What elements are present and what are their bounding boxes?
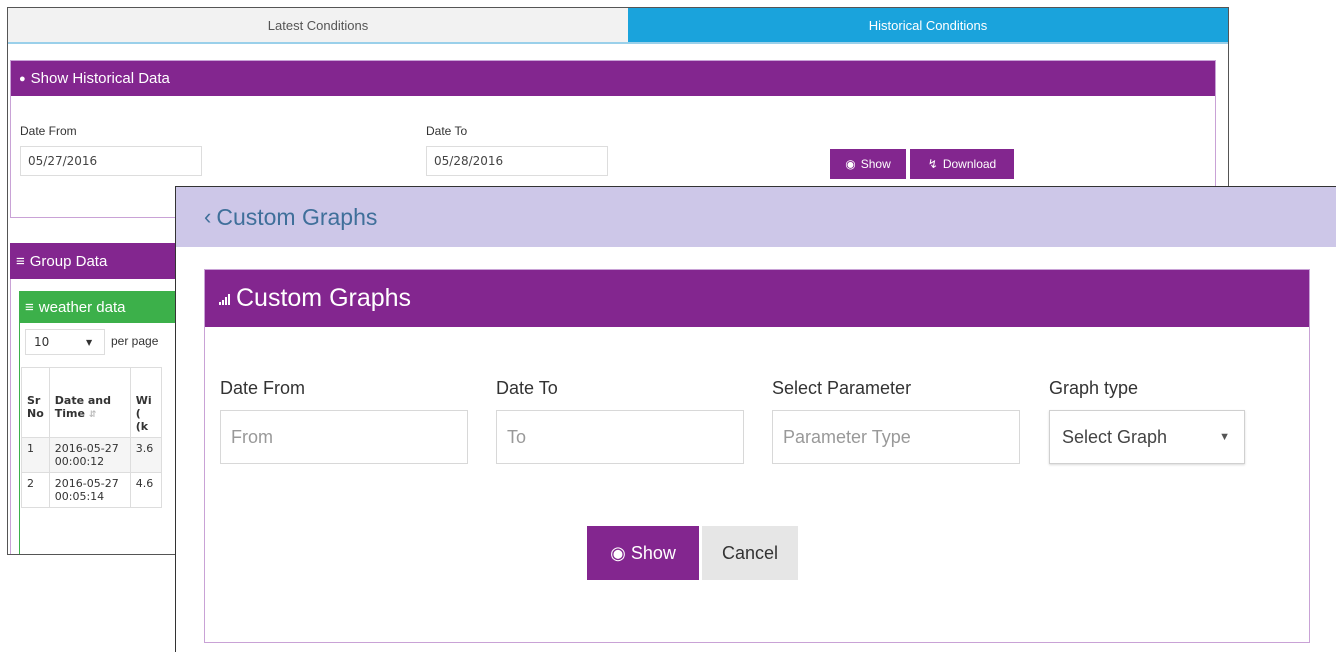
date-to-label: Date To: [426, 124, 468, 138]
back-title[interactable]: Custom Graphs: [216, 204, 377, 231]
show-button[interactable]: ◉ Show: [830, 149, 906, 179]
date-from-field[interactable]: 05/27/2016: [20, 146, 202, 176]
table-row: 2 2016-05-27 00:05:14 4.6: [21, 472, 162, 508]
tab-latest-conditions[interactable]: Latest Conditions: [8, 8, 628, 42]
custom-graphs-back-bar[interactable]: ‹ Custom Graphs: [176, 187, 1336, 247]
list-icon: ≡: [25, 298, 34, 316]
group-data-header: ≡ Group Data: [10, 243, 180, 279]
tab-bar: Latest Conditions Historical Conditions: [8, 8, 1228, 44]
date-to-field[interactable]: 05/28/2016: [426, 146, 608, 176]
custom-graphs-title: Custom Graphs: [236, 284, 412, 312]
cell-datetime: 2016-05-27 00:00:12: [48, 437, 131, 473]
globe-icon: ●: [19, 72, 26, 85]
group-data-title: Group Data: [29, 252, 108, 270]
date-from-input[interactable]: From: [220, 410, 468, 464]
list-icon: ≡: [16, 252, 25, 270]
show-button[interactable]: ◉ Show: [587, 526, 699, 580]
weather-data-header: ≡ weather data: [19, 291, 181, 323]
cell-sr: 1: [21, 437, 50, 473]
per-page-value: 10: [34, 335, 50, 349]
date-from-label: Date From: [220, 378, 306, 398]
cell-value: 4.6: [129, 472, 162, 508]
download-button-label: Download: [942, 157, 997, 171]
per-page-select[interactable]: 10 ▼: [25, 329, 105, 355]
column-header-datetime[interactable]: Date and Time ⇵: [48, 367, 131, 438]
sort-icon: ⇵: [88, 410, 97, 420]
table-header-row: Sr No Date and Time ⇵ Wi ( (k: [21, 367, 162, 438]
graph-type-value: Select Graph: [1062, 426, 1168, 447]
table-row: 1 2016-05-27 00:00:12 3.6: [21, 437, 162, 473]
cancel-button[interactable]: Cancel: [702, 526, 798, 580]
show-button-label: Show: [630, 542, 676, 563]
column-header-sr[interactable]: Sr No: [21, 367, 50, 438]
eye-icon: ◉: [845, 157, 856, 171]
chevron-left-icon[interactable]: ‹: [204, 204, 211, 230]
weather-data-table: Sr No Date and Time ⇵ Wi ( (k 1 2016-05-…: [21, 367, 162, 508]
weather-data-title: weather data: [38, 298, 126, 316]
signal-bars-icon: [219, 293, 230, 305]
date-from-label: Date From: [20, 124, 77, 138]
historical-panel-title: Show Historical Data: [30, 70, 170, 87]
historical-panel-header: ● Show Historical Data: [11, 61, 1215, 96]
per-page-label: per page: [111, 334, 159, 348]
parameter-input[interactable]: Parameter Type: [772, 410, 1020, 464]
custom-graphs-panel: Custom Graphs Date From From Date To To …: [204, 269, 1310, 643]
download-button[interactable]: ↯ Download: [910, 149, 1014, 179]
cell-sr: 2: [21, 472, 50, 508]
parameter-label: Select Parameter: [772, 378, 912, 398]
tab-historical-conditions[interactable]: Historical Conditions: [628, 8, 1228, 42]
caret-down-icon: ▼: [1219, 431, 1230, 443]
column-header-wind[interactable]: Wi ( (k: [129, 367, 162, 438]
eye-icon: ◉: [610, 542, 626, 563]
caret-down-icon: ▼: [86, 337, 93, 347]
show-button-label: Show: [860, 157, 891, 171]
date-to-input[interactable]: To: [496, 410, 744, 464]
custom-graphs-header: Custom Graphs: [205, 270, 1309, 327]
cell-value: 3.6: [129, 437, 162, 473]
download-icon: ↯: [927, 157, 938, 171]
cell-datetime: 2016-05-27 00:05:14: [48, 472, 131, 508]
graph-type-select[interactable]: Select Graph ▼: [1049, 410, 1245, 464]
date-to-label: Date To: [496, 378, 558, 398]
custom-graphs-window: ‹ Custom Graphs Custom Graphs Date From …: [175, 186, 1336, 652]
column-header-datetime-label: Date and Time: [54, 394, 111, 420]
graph-type-label: Graph type: [1049, 378, 1139, 398]
